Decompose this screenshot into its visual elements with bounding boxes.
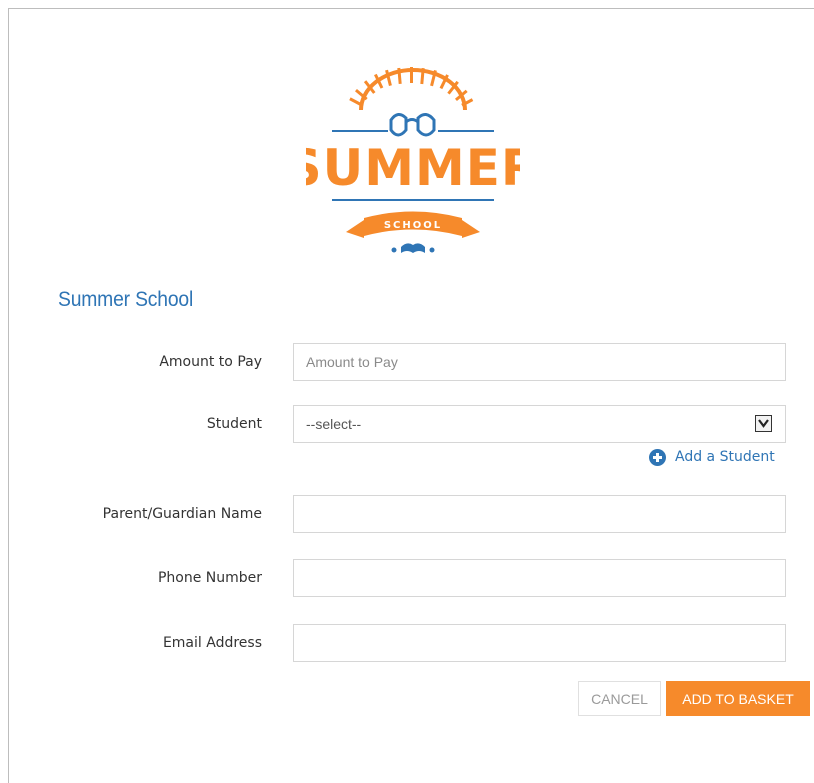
phone-row: Phone Number — [0, 559, 806, 597]
add-student-link[interactable]: Add a Student — [649, 447, 775, 467]
email-row: Email Address — [0, 624, 806, 662]
student-select-value: --select-- — [306, 416, 362, 432]
amount-row: Amount to Pay — [0, 343, 806, 381]
guardian-name-input[interactable] — [293, 495, 786, 533]
book-icon — [391, 243, 435, 253]
amount-input[interactable] — [293, 343, 786, 381]
amount-label: Amount to Pay — [159, 354, 262, 370]
glasses-icon — [389, 113, 436, 137]
student-row: Student --select-- — [0, 405, 806, 443]
add-student-label: Add a Student — [675, 449, 775, 465]
page-title: Summer School — [58, 288, 194, 311]
email-label: Email Address — [162, 635, 262, 651]
student-label: Student — [206, 416, 262, 432]
plus-circle-icon — [649, 448, 666, 466]
phone-label: Phone Number — [157, 570, 262, 586]
guardian-row: Parent/Guardian Name — [0, 495, 806, 533]
email-input[interactable] — [293, 624, 786, 662]
guardian-label: Parent/Guardian Name — [102, 506, 262, 522]
add-to-basket-button[interactable]: ADD TO BASKET — [666, 681, 810, 716]
logo-banner-text: SCHOOL — [384, 220, 442, 231]
phone-input[interactable] — [293, 559, 786, 597]
logo-main-text: SUMMER — [306, 139, 520, 197]
summer-school-logo: SUMMER SCHOOL — [306, 67, 520, 253]
chevron-down-icon[interactable] — [755, 415, 772, 432]
student-select[interactable]: --select-- — [293, 405, 786, 443]
cancel-button[interactable]: CANCEL — [578, 681, 661, 716]
